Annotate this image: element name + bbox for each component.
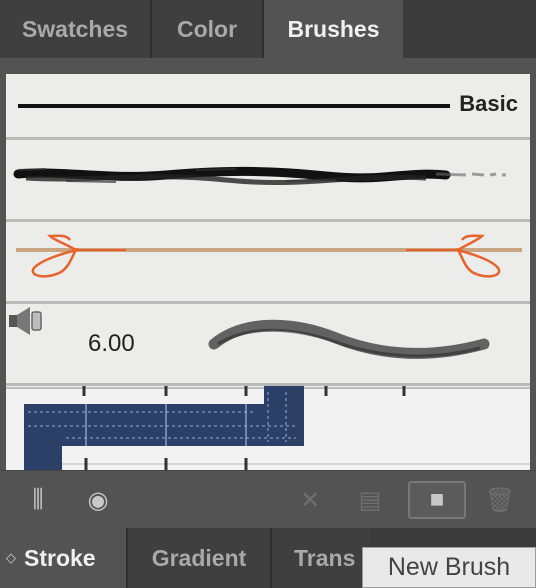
tab-brushes[interactable]: Brushes: [264, 0, 403, 58]
expand-collapse-icon[interactable]: ◇: [6, 550, 16, 566]
libraries-panel-icon[interactable]: ◉: [78, 481, 118, 519]
brush-name-label: Basic: [459, 91, 518, 116]
panel-tab-bar: Swatches Color Brushes: [0, 0, 536, 58]
chalk-pattern-brush-stroke: [6, 386, 530, 470]
brush-row-arrow[interactable]: [6, 222, 530, 304]
tab-gradient[interactable]: Gradient: [128, 528, 272, 588]
tab-stroke[interactable]: ◇ Stroke: [0, 528, 128, 588]
brush-row-pattern[interactable]: [6, 386, 530, 470]
trash-icon[interactable]: 🗑: [480, 481, 520, 519]
tab-stroke-label: Stroke: [24, 544, 96, 571]
basic-brush-stroke: [18, 104, 450, 108]
new-brush-tooltip: New Brush: [362, 547, 536, 588]
tab-swatches[interactable]: Swatches: [0, 0, 152, 58]
new-brush-icon: ■: [429, 486, 445, 513]
brush-options-icon[interactable]: ▤: [350, 481, 390, 519]
tab-transparency[interactable]: Trans: [272, 528, 370, 588]
brush-libraries-icon[interactable]: ⫼: [18, 481, 58, 519]
brushes-toolbar: ⫼ ◉ ✕ ▤ ■ 🗑: [0, 470, 536, 528]
arrow-brush-stroke: [16, 234, 522, 278]
bristle-brush-stroke: [208, 319, 490, 359]
tab-color[interactable]: Color: [152, 0, 264, 58]
brushes-panel: Basic 6.00: [0, 58, 536, 470]
brush-row-charcoal[interactable]: [6, 140, 530, 222]
charcoal-brush-stroke: [13, 166, 506, 185]
remove-stroke-icon[interactable]: ✕: [290, 481, 330, 519]
tab-bar-empty-area: [403, 0, 536, 58]
brush-row-basic[interactable]: Basic: [6, 74, 530, 140]
brush-list[interactable]: Basic 6.00: [6, 74, 530, 470]
new-brush-button[interactable]: ■: [408, 481, 466, 519]
brush-row-bristle[interactable]: 6.00: [6, 304, 530, 386]
